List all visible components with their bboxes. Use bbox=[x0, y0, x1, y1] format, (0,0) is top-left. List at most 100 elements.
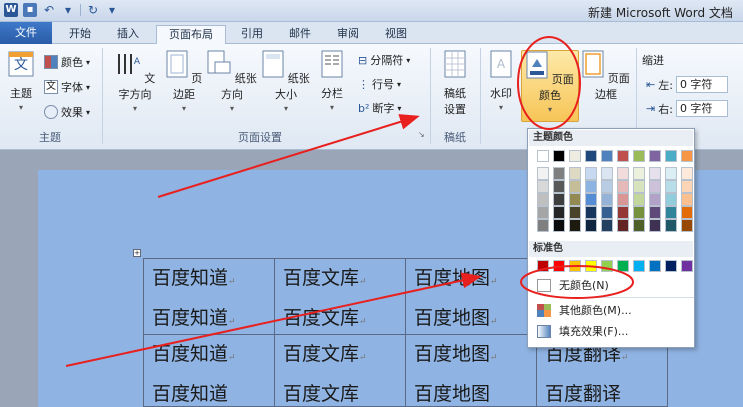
theme-effects-button[interactable]: 效果 ▾ bbox=[44, 104, 90, 120]
margins-button[interactable]: 页边距 ▾ bbox=[163, 50, 205, 113]
theme-shade-swatch[interactable] bbox=[553, 206, 565, 219]
theme-shade-swatch[interactable] bbox=[553, 180, 565, 193]
line-numbers-button[interactable]: ⋮ 行号 ▾ bbox=[358, 76, 401, 92]
theme-shade-swatch[interactable] bbox=[649, 193, 661, 206]
no-color-item[interactable]: 无颜色(N) bbox=[529, 276, 693, 295]
theme-shade-swatch[interactable] bbox=[665, 193, 677, 206]
theme-shade-swatch[interactable] bbox=[665, 206, 677, 219]
breaks-button[interactable]: ⊟ 分隔符 ▾ bbox=[358, 52, 410, 68]
tab-page-layout[interactable]: 页面布局 bbox=[156, 25, 226, 44]
theme-shade-swatch[interactable] bbox=[585, 193, 597, 206]
tab-review[interactable]: 审阅 bbox=[328, 25, 368, 44]
standard-color-swatch[interactable] bbox=[601, 260, 613, 272]
table-cell[interactable]: 百度地图↵ 百度地图 bbox=[405, 334, 537, 407]
standard-color-swatch[interactable] bbox=[617, 260, 629, 272]
theme-shade-swatch[interactable] bbox=[537, 219, 549, 232]
page-color-button[interactable]: 页面颜色 ▾ bbox=[521, 50, 579, 122]
manuscript-settings-button[interactable]: 稿纸 设置 bbox=[436, 50, 474, 117]
theme-shade-swatch[interactable] bbox=[617, 206, 629, 219]
theme-shade-swatch[interactable] bbox=[553, 167, 565, 180]
theme-shade-swatch[interactable] bbox=[569, 206, 581, 219]
theme-shade-swatch[interactable] bbox=[681, 167, 693, 180]
qat-dropdown-icon[interactable]: ▾ bbox=[61, 3, 75, 17]
tab-references[interactable]: 引用 bbox=[232, 25, 272, 44]
theme-shade-swatch[interactable] bbox=[601, 206, 613, 219]
theme-shade-swatch[interactable] bbox=[617, 193, 629, 206]
size-button[interactable]: 纸张大小 ▾ bbox=[260, 50, 312, 113]
standard-color-swatch[interactable] bbox=[569, 260, 581, 272]
tab-file[interactable]: 文件 bbox=[0, 22, 52, 44]
standard-color-swatch[interactable] bbox=[553, 260, 565, 272]
standard-color-swatch[interactable] bbox=[585, 260, 597, 272]
theme-shade-swatch[interactable] bbox=[585, 206, 597, 219]
theme-shade-swatch[interactable] bbox=[633, 167, 645, 180]
theme-shade-swatch[interactable] bbox=[681, 180, 693, 193]
table-cell[interactable]: 百度文库↵ 百度文库 bbox=[274, 334, 406, 407]
theme-color-swatch[interactable] bbox=[633, 150, 645, 162]
indent-right-input[interactable]: 0 字符 bbox=[675, 100, 728, 117]
theme-color-swatch[interactable] bbox=[569, 150, 581, 162]
theme-shade-swatch[interactable] bbox=[569, 180, 581, 193]
theme-shade-swatch[interactable] bbox=[681, 206, 693, 219]
theme-shade-swatch[interactable] bbox=[617, 219, 629, 232]
themes-button[interactable]: 文 主题 ▾ bbox=[4, 50, 38, 112]
theme-shade-swatch[interactable] bbox=[633, 193, 645, 206]
save-icon[interactable]: ▪ bbox=[23, 3, 37, 17]
theme-shade-swatch[interactable] bbox=[665, 180, 677, 193]
theme-shade-swatch[interactable] bbox=[649, 180, 661, 193]
theme-shade-swatch[interactable] bbox=[665, 219, 677, 232]
dialog-launcher-icon[interactable]: ↘ bbox=[418, 130, 425, 139]
theme-shade-swatch[interactable] bbox=[537, 193, 549, 206]
theme-shade-swatch[interactable] bbox=[665, 167, 677, 180]
theme-shade-swatch[interactable] bbox=[553, 219, 565, 232]
theme-colors-button[interactable]: 颜色 ▾ bbox=[44, 54, 90, 70]
theme-shade-swatch[interactable] bbox=[585, 180, 597, 193]
standard-color-swatch[interactable] bbox=[537, 260, 549, 272]
table-cell[interactable]: 百度文库↵ 百度文库↵ bbox=[274, 258, 406, 335]
customize-qat-icon[interactable]: ▾ bbox=[105, 3, 119, 17]
theme-shade-swatch[interactable] bbox=[649, 206, 661, 219]
theme-shade-swatch[interactable] bbox=[649, 167, 661, 180]
theme-color-swatch[interactable] bbox=[537, 150, 549, 162]
table-cell[interactable]: 百度知道↵ 百度知道 bbox=[143, 334, 275, 407]
theme-color-swatch[interactable] bbox=[585, 150, 597, 162]
theme-fonts-button[interactable]: 文 字体 ▾ bbox=[44, 79, 90, 95]
theme-shade-swatch[interactable] bbox=[633, 206, 645, 219]
theme-shade-swatch[interactable] bbox=[553, 193, 565, 206]
watermark-button[interactable]: A 水印 ▾ bbox=[486, 50, 516, 112]
theme-shade-swatch[interactable] bbox=[585, 167, 597, 180]
indent-left-input[interactable]: 0 字符 bbox=[675, 76, 728, 93]
theme-color-swatch[interactable] bbox=[649, 150, 661, 162]
theme-shade-swatch[interactable] bbox=[569, 193, 581, 206]
tab-mailings[interactable]: 邮件 bbox=[280, 25, 320, 44]
theme-shade-swatch[interactable] bbox=[537, 180, 549, 193]
hyphenation-button[interactable]: b² 断字 ▾ bbox=[358, 100, 401, 116]
theme-shade-swatch[interactable] bbox=[537, 206, 549, 219]
theme-color-swatch[interactable] bbox=[617, 150, 629, 162]
theme-shade-swatch[interactable] bbox=[537, 167, 549, 180]
theme-shade-swatch[interactable] bbox=[633, 180, 645, 193]
orientation-button[interactable]: 纸张方向 ▾ bbox=[206, 50, 258, 113]
undo-icon[interactable]: ↶ bbox=[42, 3, 56, 17]
theme-shade-swatch[interactable] bbox=[617, 180, 629, 193]
theme-shade-swatch[interactable] bbox=[617, 167, 629, 180]
columns-button[interactable]: 分栏 ▾ bbox=[316, 50, 348, 112]
redo-icon[interactable]: ↻ bbox=[86, 3, 100, 17]
theme-color-swatch[interactable] bbox=[665, 150, 677, 162]
more-colors-item[interactable]: 其他颜色(M)... bbox=[529, 301, 693, 320]
theme-shade-swatch[interactable] bbox=[569, 219, 581, 232]
theme-color-swatch[interactable] bbox=[553, 150, 565, 162]
standard-color-swatch[interactable] bbox=[681, 260, 693, 272]
theme-shade-swatch[interactable] bbox=[601, 219, 613, 232]
fill-effects-item[interactable]: 填充效果(F)... bbox=[529, 322, 693, 341]
theme-shade-swatch[interactable] bbox=[649, 219, 661, 232]
theme-shade-swatch[interactable] bbox=[681, 219, 693, 232]
theme-shade-swatch[interactable] bbox=[601, 193, 613, 206]
tab-view[interactable]: 视图 bbox=[376, 25, 416, 44]
table-cell[interactable]: 百度地图↵ 百度地图↵ bbox=[405, 258, 537, 335]
table-cell[interactable]: 百度知道↵ 百度知道↵ bbox=[143, 258, 275, 335]
page-borders-button[interactable]: 页面边框 bbox=[580, 50, 632, 102]
tab-home[interactable]: 开始 bbox=[60, 25, 100, 44]
theme-shade-swatch[interactable] bbox=[569, 167, 581, 180]
text-direction-button[interactable]: A 文字方向 ▾ bbox=[110, 50, 160, 113]
